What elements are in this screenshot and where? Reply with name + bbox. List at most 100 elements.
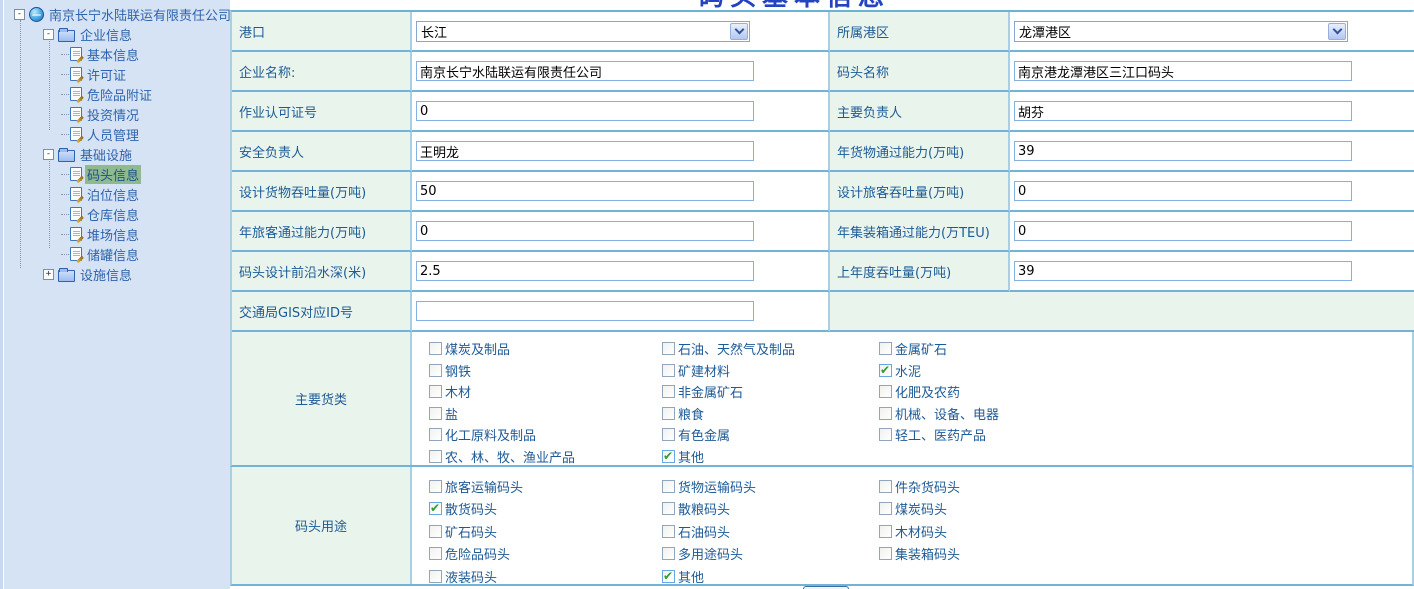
sidebar-item-investment[interactable]: 投资情况 — [3, 104, 230, 124]
cargo-checkbox-item[interactable]: 其他 — [662, 446, 879, 468]
sidebar-item-facility-info[interactable]: + 设施信息 — [3, 264, 230, 284]
usage-checkbox-item[interactable]: 多用途码头 — [662, 543, 879, 566]
usage-checkbox-item[interactable]: 石油码头 — [662, 520, 879, 543]
checkbox[interactable] — [429, 385, 442, 398]
design-passenger-throughput-input[interactable] — [1014, 181, 1352, 201]
annual-container-capacity-input[interactable] — [1014, 221, 1352, 241]
checkbox[interactable] — [662, 364, 675, 377]
annual-cargo-capacity-input[interactable] — [1014, 141, 1352, 161]
cargo-checkbox-item[interactable]: 金属矿石 — [879, 338, 1412, 360]
cargo-checkbox-item[interactable]: 煤炭及制品 — [429, 338, 662, 360]
checkbox[interactable] — [662, 480, 675, 493]
checkbox[interactable] — [662, 547, 675, 560]
checkbox[interactable] — [429, 428, 442, 441]
cargo-checkbox-item[interactable]: 石油、天然气及制品 — [662, 338, 879, 360]
cargo-checkbox-item[interactable]: 机械、设备、电器 — [879, 403, 1412, 425]
cargo-checkbox-item[interactable]: 化工原料及制品 — [429, 424, 662, 446]
chevron-down-icon[interactable] — [1328, 23, 1346, 40]
checkbox[interactable] — [429, 480, 442, 493]
gis-id-input[interactable] — [416, 301, 754, 321]
checkbox[interactable] — [879, 480, 892, 493]
usage-checkbox-item[interactable]: 集装箱码头 — [879, 543, 1412, 566]
safety-manager-input[interactable] — [416, 141, 754, 161]
checkbox[interactable] — [879, 407, 892, 420]
usage-checkbox-item[interactable]: 件杂货码头 — [879, 475, 1412, 498]
checkbox[interactable] — [662, 502, 675, 515]
sidebar-item-basic-info[interactable]: 基本信息 — [3, 44, 230, 64]
company-name-input[interactable] — [416, 61, 754, 81]
sidebar-item-yard-info[interactable]: 堆场信息 — [3, 224, 230, 244]
expand-icon[interactable]: + — [43, 269, 54, 280]
sidebar-item-enterprise-info[interactable]: - 企业信息 — [3, 24, 230, 44]
usage-checkbox-item[interactable]: 矿石码头 — [429, 520, 662, 543]
checkbox[interactable] — [879, 525, 892, 538]
checkbox[interactable] — [662, 385, 675, 398]
checkbox[interactable] — [429, 547, 442, 560]
work-permit-input[interactable] — [416, 101, 754, 121]
sidebar-item-tank-info[interactable]: 储罐信息 — [3, 244, 230, 264]
checkbox[interactable] — [662, 570, 675, 583]
sidebar-item-warehouse-info[interactable]: 仓库信息 — [3, 204, 230, 224]
sidebar-item-dangerous-goods-cert[interactable]: 危险品附证 — [3, 84, 230, 104]
checkbox[interactable] — [879, 502, 892, 515]
checkbox[interactable] — [429, 450, 442, 463]
collapse-icon[interactable]: - — [43, 149, 54, 160]
cargo-checkbox-item[interactable]: 有色金属 — [662, 424, 879, 446]
tree-stub — [61, 74, 69, 75]
cargo-checkbox-item[interactable]: 轻工、医药产品 — [879, 424, 1412, 446]
checkbox[interactable] — [662, 407, 675, 420]
usage-checkbox-item[interactable]: 散货码头 — [429, 498, 662, 521]
cargo-checkbox-item[interactable]: 木材 — [429, 381, 662, 403]
checkbox[interactable] — [429, 502, 442, 515]
cargo-checkbox-item[interactable]: 水泥 — [879, 360, 1412, 382]
cargo-checkbox-item[interactable]: 农、林、牧、渔业产品 — [429, 446, 662, 468]
checkbox[interactable] — [429, 364, 442, 377]
main-manager-input[interactable] — [1014, 101, 1352, 121]
checkbox[interactable] — [662, 428, 675, 441]
sidebar-item-dock-info[interactable]: 码头信息 — [3, 164, 230, 184]
usage-checkbox-item[interactable]: 货物运输码头 — [662, 475, 879, 498]
usage-checkbox-item[interactable]: 液装码头 — [429, 565, 662, 588]
sidebar-item-license[interactable]: 许可证 — [3, 64, 230, 84]
port-select[interactable]: 长江 — [416, 21, 750, 42]
sidebar-item-berth-info[interactable]: 泊位信息 — [3, 184, 230, 204]
harbor-area-select[interactable]: 龙潭港区 — [1014, 21, 1348, 42]
cargo-checkbox-item[interactable]: 粮食 — [662, 403, 879, 425]
cargo-checkbox-item[interactable]: 矿建材料 — [662, 360, 879, 382]
checkbox[interactable] — [662, 342, 675, 355]
page-title-clipped: 码头基本信息 — [230, 0, 1414, 10]
checkbox[interactable] — [429, 407, 442, 420]
usage-checkbox-item[interactable]: 旅客运输码头 — [429, 475, 662, 498]
collapse-icon[interactable]: - — [14, 9, 25, 20]
usage-checkbox-item[interactable]: 其他 — [662, 565, 879, 588]
checkbox[interactable] — [429, 570, 442, 583]
checkbox[interactable] — [879, 428, 892, 441]
cargo-checkbox-item[interactable]: 钢铁 — [429, 360, 662, 382]
annual-passenger-capacity-input[interactable] — [416, 221, 754, 241]
usage-checkbox-item[interactable]: 危险品码头 — [429, 543, 662, 566]
checkbox[interactable] — [879, 385, 892, 398]
cargo-checkbox-item[interactable]: 非金属矿石 — [662, 381, 879, 403]
checkbox[interactable] — [879, 342, 892, 355]
sidebar-item-personnel[interactable]: 人员管理 — [3, 124, 230, 144]
checkbox[interactable] — [879, 364, 892, 377]
checkbox[interactable] — [662, 525, 675, 538]
usage-checkbox-item[interactable]: 散粮码头 — [662, 498, 879, 521]
checkbox[interactable] — [429, 342, 442, 355]
dock-name-input[interactable] — [1014, 61, 1352, 81]
checkbox[interactable] — [662, 450, 675, 463]
chevron-down-icon[interactable] — [730, 23, 748, 40]
cargo-checkbox-item[interactable]: 盐 — [429, 403, 662, 425]
checkbox[interactable] — [879, 547, 892, 560]
usage-checkbox-item[interactable]: 煤炭码头 — [879, 498, 1412, 521]
collapse-icon[interactable]: - — [43, 29, 54, 40]
sidebar-item-label: 码头信息 — [85, 165, 141, 184]
sidebar-item-infrastructure[interactable]: - 基础设施 — [3, 144, 230, 164]
usage-checkbox-item[interactable]: 木材码头 — [879, 520, 1412, 543]
sidebar-item-company-root[interactable]: - 南京长宁水陆联运有限责任公司 — [3, 4, 230, 24]
design-water-depth-input[interactable] — [416, 261, 754, 281]
last-year-throughput-input[interactable] — [1014, 261, 1352, 281]
checkbox[interactable] — [429, 525, 442, 538]
design-cargo-throughput-input[interactable] — [416, 181, 754, 201]
cargo-checkbox-item[interactable]: 化肥及农药 — [879, 381, 1412, 403]
